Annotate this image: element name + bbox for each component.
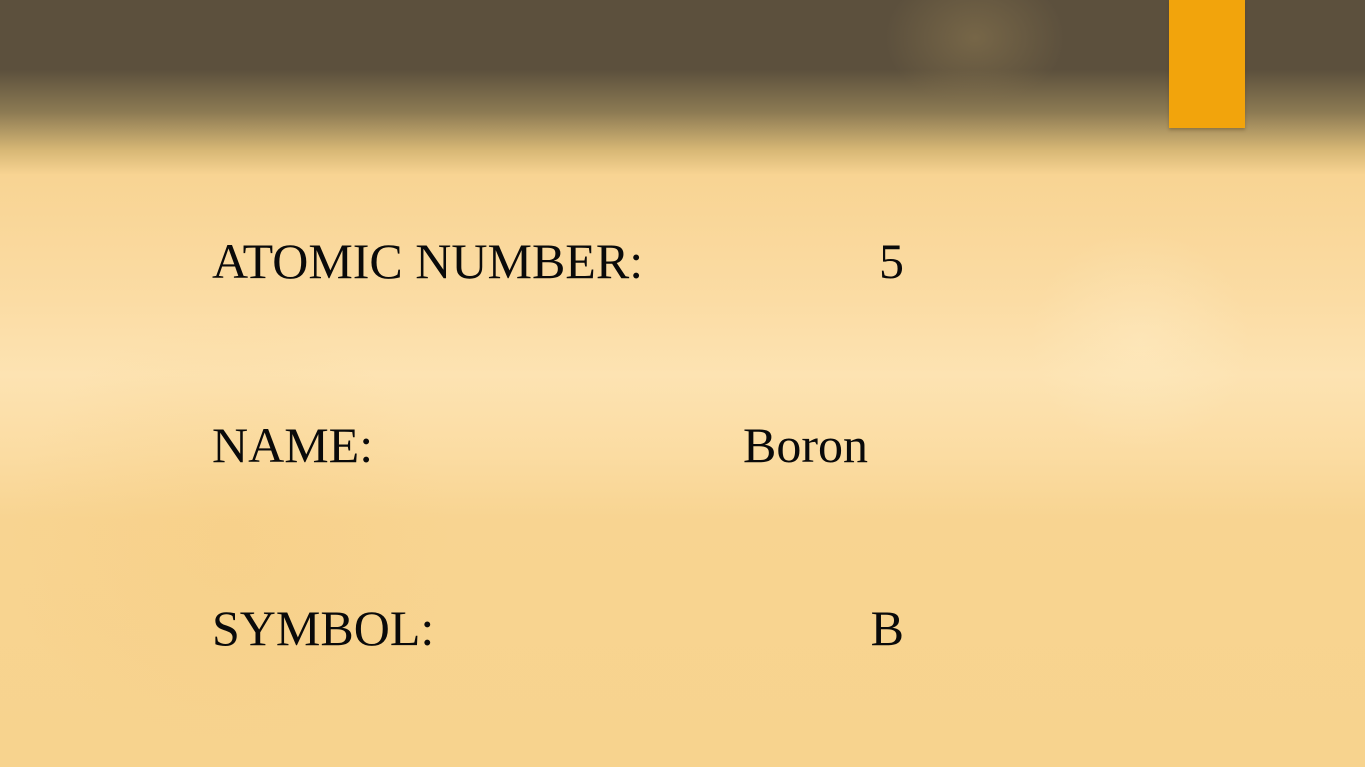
symbol-label: SYMBOL:	[212, 600, 435, 656]
symbol-value: B	[870, 600, 904, 656]
atomic-number-value: 5	[879, 233, 904, 289]
accent-tab	[1169, 0, 1245, 128]
atomic-number-label: ATOMIC NUMBER:	[212, 233, 644, 289]
slide: ATOMIC NUMBER: 5 NAME: Boron SYMBOL: B	[0, 0, 1365, 767]
name-value: Boron	[743, 417, 868, 473]
name-label: NAME:	[212, 417, 374, 473]
